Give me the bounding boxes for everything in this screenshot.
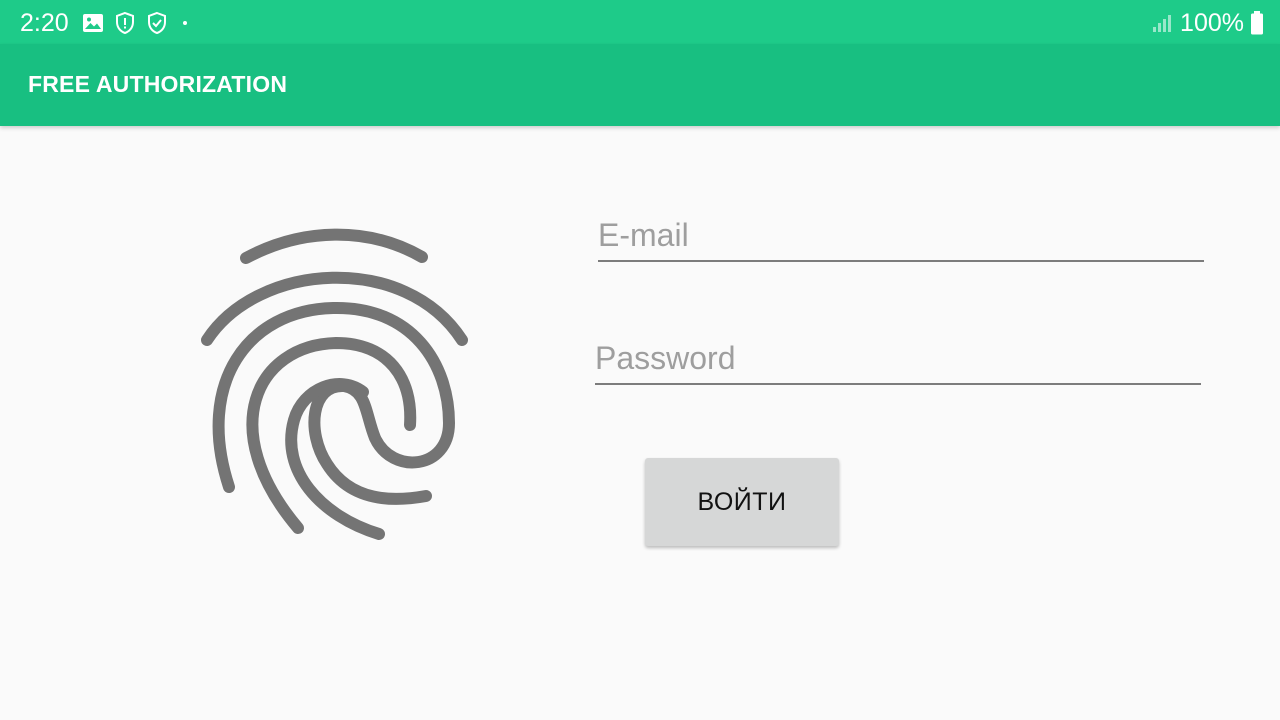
status-time: 2:20 [20,9,69,37]
shield-alert-icon [114,11,136,35]
fingerprint-icon[interactable] [190,214,480,554]
login-button[interactable]: ВОЙТИ [645,458,839,546]
dot-icon [178,16,192,30]
status-right: 100% [1152,8,1264,38]
image-icon [82,13,104,33]
status-bar: 2:20 100% [0,0,1280,44]
email-field[interactable] [598,210,1204,262]
battery-percent: 100% [1180,8,1244,37]
password-field[interactable] [595,333,1201,385]
signal-icon [1152,13,1172,33]
app-title: FREE AUTHORIZATION [28,71,288,97]
notification-icons [82,10,202,36]
shield-check-icon [146,11,168,35]
app-bar: FREE AUTHORIZATION [0,44,1280,126]
battery-icon [1250,11,1264,35]
